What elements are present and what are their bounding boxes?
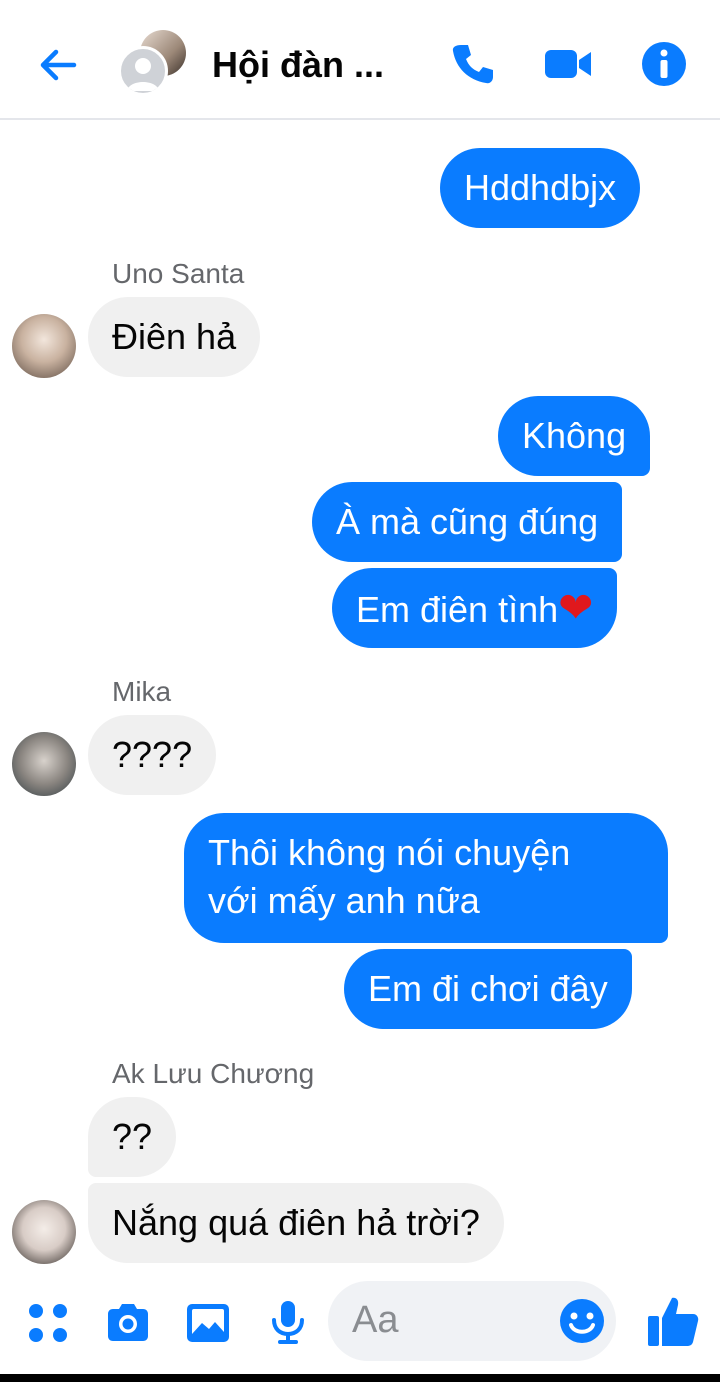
apps-menu-icon[interactable] [24,1298,72,1346]
sender-name: Uno Santa [112,258,245,289]
message-bubble-outgoing[interactable]: Em điên tình❤ [332,568,618,648]
message-text: Em điên tình [356,589,559,630]
message-bubble-incoming[interactable]: Nắng quá điên hả trời? [88,1183,504,1263]
like-thumbs-up-icon[interactable] [646,1294,700,1348]
message-bubble-outgoing[interactable]: Thôi không nói chuyện với mấy anh nữa [184,813,668,943]
message-bubble-incoming[interactable]: Điên hả [88,297,261,377]
message-bubble-incoming[interactable]: ?? [88,1097,177,1177]
group-avatar[interactable] [118,30,188,96]
camera-icon[interactable] [104,1298,152,1346]
microphone-icon[interactable] [264,1298,312,1346]
message-input-placeholder: Aa [352,1299,399,1341]
conversation-title[interactable]: Hội đàn ... [212,44,412,86]
phone-call-icon[interactable] [448,40,496,88]
sender-name: Mika [112,676,172,707]
message-bubble-outgoing[interactable]: À mà cũng đúng [312,482,623,562]
conversation-header: Hội đàn ... [0,0,720,120]
message-bubble-outgoing[interactable]: Hddhdbjx [440,148,641,228]
heart-emoji: ❤ [558,584,594,631]
avatar-uno-santa[interactable] [12,314,76,378]
message-bubble-incoming[interactable]: ???? [88,715,217,795]
gallery-icon[interactable] [184,1298,232,1346]
avatar-ak-luu-chuong[interactable] [12,1200,76,1264]
system-navigation-bar [0,1374,720,1382]
back-arrow-icon[interactable] [34,40,84,90]
info-icon[interactable] [640,40,688,88]
message-bubble-outgoing[interactable]: Không [498,396,651,476]
message-line: với mấy anh nữa [208,880,480,921]
avatar-mika[interactable] [12,732,76,796]
default-avatar [118,46,168,96]
message-line: Thôi không nói chuyện [208,832,571,873]
person-icon [127,58,159,91]
message-input[interactable]: Aa [328,1281,616,1361]
emoji-icon[interactable] [558,1297,606,1345]
sender-name: Ak Lưu Chương [112,1058,315,1089]
message-bubble-outgoing[interactable]: Em đi chơi đây [344,949,632,1029]
video-call-icon[interactable] [544,40,592,88]
